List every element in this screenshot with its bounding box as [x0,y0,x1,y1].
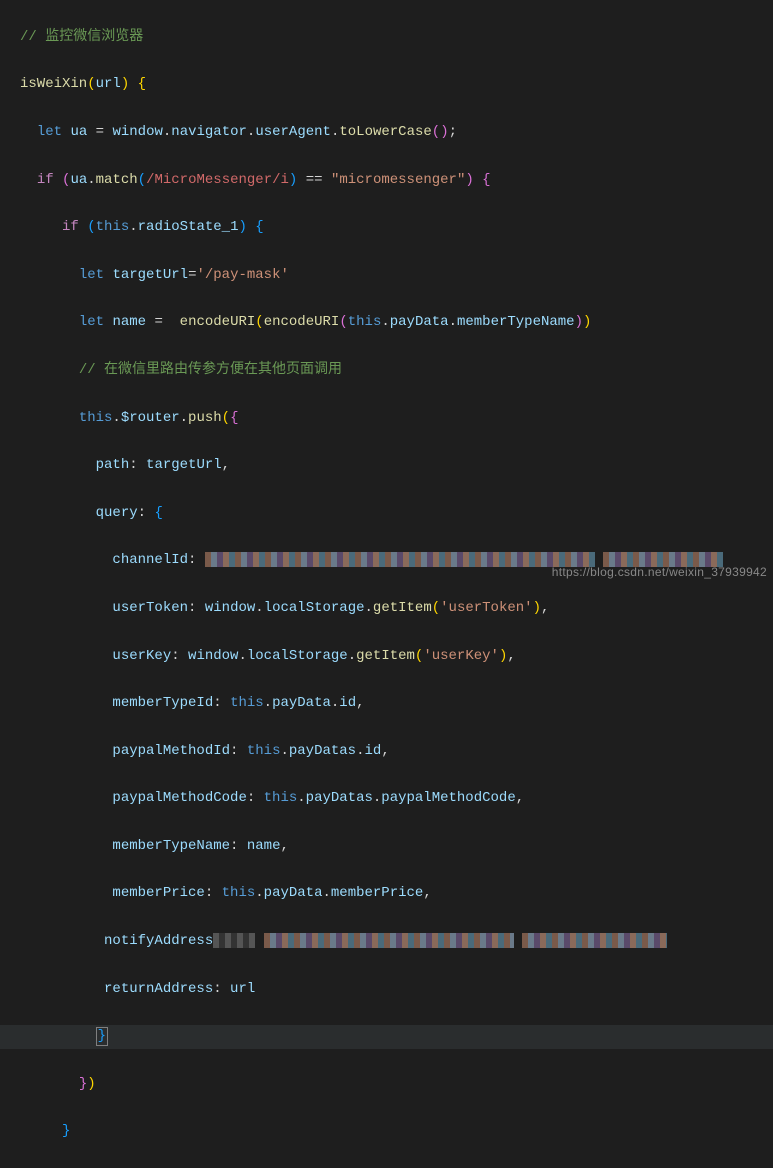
code-line: if (ua.match(/MicroMessenger/i) == "micr… [20,169,773,193]
redacted-content [264,933,514,948]
code-line: memberPrice: this.payData.memberPrice, [20,882,773,906]
code-line: memberTypeId: this.payData.id, [20,692,773,716]
code-line: }) [20,1073,773,1097]
code-line: returnAddress: url [20,978,773,1002]
code-line: memberTypeName: name, [20,835,773,859]
code-line: } [20,1120,773,1144]
code-editor[interactable]: // 监控微信浏览器 isWeiXin(url) { let ua = wind… [0,0,773,1168]
cursor: } [96,1027,108,1046]
code-line: paypalMethodCode: this.payDatas.paypalMe… [20,787,773,811]
code-line: this.$router.push({ [20,407,773,431]
code-line-active: } [0,1025,773,1049]
comment: // 在微信里路由传参方便在其他页面调用 [79,362,342,378]
code-line: userKey: window.localStorage.getItem('us… [20,645,773,669]
code-line: let targetUrl='/pay-mask' [20,264,773,288]
watermark-text: https://blog.csdn.net/weixin_37939942 [552,562,767,582]
code-line: userToken: window.localStorage.getItem('… [20,597,773,621]
code-line: query: { [20,502,773,526]
code-line: // 在微信里路由传参方便在其他页面调用 [20,359,773,383]
redacted-content [205,552,595,567]
code-line: paypalMethodId: this.payDatas.id, [20,740,773,764]
code-line: // 监控微信浏览器 [20,26,773,50]
code-line: path: targetUrl, [20,454,773,478]
redacted-content [522,933,667,948]
code-line: notifyAddress [20,930,773,954]
code-line: let ua = window.navigator.userAgent.toLo… [20,121,773,145]
code-line: let name = encodeURI(encodeURI(this.payD… [20,311,773,335]
code-line: isWeiXin(url) { [20,73,773,97]
redacted-content [213,933,255,948]
code-line: if (this.radioState_1) { [20,216,773,240]
comment: // 监控微信浏览器 [20,29,143,45]
